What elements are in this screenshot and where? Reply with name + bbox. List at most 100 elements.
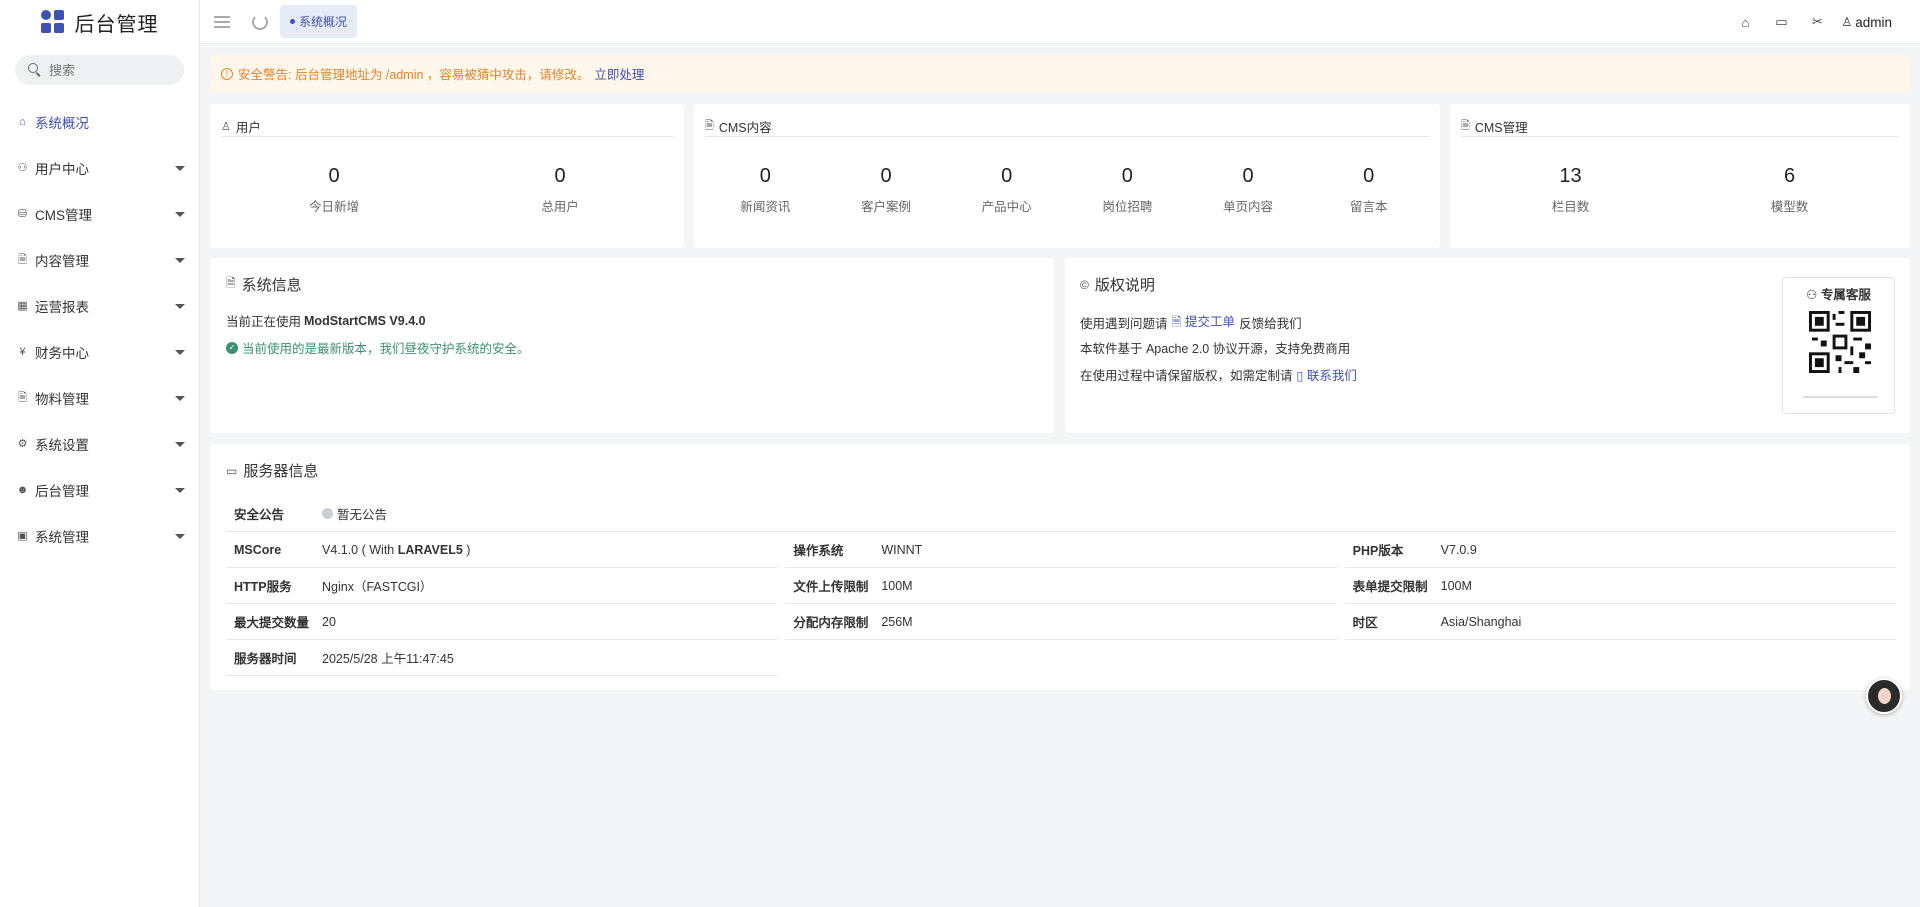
cell-key: 最大提交数量: [234, 616, 310, 630]
table-cell: PHP版本 V7.0.9: [1344, 532, 1896, 568]
app-title: 后台管理: [74, 13, 159, 36]
table-cell: 表单提交限制 100M: [1344, 568, 1896, 604]
card-title: CMS管理: [1474, 120, 1528, 135]
chevron-down-icon: [175, 533, 185, 539]
sidebar-item-label: 系统概况: [35, 116, 89, 131]
search-box[interactable]: [15, 55, 184, 85]
stat-value: 0: [554, 165, 566, 187]
section-title: 🗎 系统信息: [226, 274, 302, 295]
sidebar-item-reports[interactable]: ▦ 运营报表: [0, 283, 199, 329]
user-icon: ♙: [221, 120, 231, 133]
submit-ticket-link[interactable]: 🗎 提交工单: [1172, 311, 1236, 334]
empty-dot-icon: [322, 508, 333, 519]
app-logo-icon: [40, 10, 65, 34]
sidebar-item-overview[interactable]: ⌂ 系统概况: [0, 99, 199, 145]
stat-value: 0: [1121, 165, 1133, 187]
sidebar-item-materials[interactable]: 🗎 物料管理: [0, 375, 199, 421]
table-row: 服务器时间 2025/5/28 上午11:47:45: [226, 640, 1896, 676]
current-version-line: 当前正在使用 ModStartCMS V9.4.0: [226, 311, 426, 330]
stat-value: 0: [1242, 165, 1254, 187]
file-icon: 🗎: [18, 253, 27, 266]
cms-content-card: 🗎 CMS内容 0 新闻资讯 0 客户案例 0 产品中心 0 岗位招聘 0 单页…: [694, 104, 1440, 248]
stat-jobs[interactable]: 0 岗位招聘: [1067, 164, 1188, 215]
stat-total-users[interactable]: 0 总用户: [447, 164, 673, 215]
stat-cases[interactable]: 0 客户案例: [826, 164, 947, 215]
cell-key: 分配内存限制: [793, 616, 869, 630]
logo[interactable]: 后台管理: [0, 0, 199, 44]
tools-icon[interactable]: ✂: [1799, 0, 1835, 44]
search-input[interactable]: [49, 62, 169, 78]
cell-key: PHP版本: [1352, 544, 1404, 558]
sidebar-item-content[interactable]: 🗎 内容管理: [0, 237, 199, 283]
table-cell: 操作系统 WINNT: [785, 532, 1337, 568]
card-header: 🗎 CMS内容: [705, 116, 1429, 137]
stat-products[interactable]: 0 产品中心: [946, 164, 1067, 215]
stat-label: 岗位招聘: [1102, 200, 1153, 214]
cell-value: 100M: [881, 578, 913, 593]
table-cell: 最大提交数量 20: [226, 604, 778, 640]
version-text: ModStartCMS V9.4.0: [304, 313, 426, 328]
table-cell: 文件上传限制 100M: [785, 568, 1337, 604]
table-cell: HTTP服务 Nginx（FASTCGI）: [226, 568, 778, 604]
card-title: CMS内容: [718, 120, 772, 135]
section-title-text: 系统信息: [241, 277, 302, 294]
sidebar-item-label: 后台管理: [35, 484, 89, 499]
stat-models[interactable]: 6 模型数: [1680, 164, 1899, 215]
stat-value: 0: [759, 165, 771, 187]
stat-pages[interactable]: 0 单页内容: [1188, 164, 1309, 215]
tab-label: 系统概况: [299, 15, 348, 29]
notice-text: 暂无公告: [337, 508, 388, 522]
chart-icon: ▦: [17, 299, 28, 312]
sidebar-item-cms[interactable]: ⛁ CMS管理: [0, 191, 199, 237]
file-icon: 🗎: [705, 119, 714, 132]
file-icon: 🗎: [226, 276, 236, 290]
sidebar-item-system[interactable]: ▣ 系统管理: [0, 513, 199, 559]
card-title: 用户: [235, 120, 261, 135]
sidebar-item-settings[interactable]: ⚙ 系统设置: [0, 421, 199, 467]
stat-value: 0: [1001, 165, 1013, 187]
sidebar-item-admin[interactable]: ☻ 后台管理: [0, 467, 199, 513]
chevron-down-icon: [175, 441, 185, 447]
image-icon: ▣: [17, 529, 28, 542]
latest-version-line: ✓ 当前使用的是最新版本，我们昼夜守护系统的安全。: [226, 338, 530, 357]
user-circle-icon: ☻: [16, 483, 29, 496]
top-bar: 系统概况 ⌂ ▭ ✂ ♙ admin: [200, 0, 1920, 44]
alert-action-link[interactable]: 立即处理: [594, 64, 644, 83]
copyright-card: © 版权说明 使用遇到问题请 🗎 提交工单 反馈给我们 本软件基于 Apache…: [1065, 258, 1910, 433]
cell-value: V4.1.0 ( With LARAVEL5 ): [322, 543, 470, 557]
chat-avatar-button[interactable]: [1866, 678, 1902, 714]
service-title-text: 专属客服: [1820, 288, 1871, 302]
monitor-icon[interactable]: ▭: [1763, 0, 1799, 44]
stat-today-new[interactable]: 0 今日新增: [221, 164, 447, 215]
search-icon: [27, 62, 43, 78]
headset-icon: ⚇: [1806, 288, 1818, 302]
username: admin: [1855, 14, 1892, 30]
table-cell: 时区 Asia/Shanghai: [1344, 604, 1896, 640]
feedback-prefix: 使用遇到问题请: [1080, 317, 1168, 331]
section-title: © 版权说明: [1080, 274, 1155, 295]
user-menu[interactable]: ♙ admin: [1841, 15, 1892, 30]
monitor-icon: ▭: [226, 463, 238, 478]
stat-label: 模型数: [1770, 200, 1809, 214]
users-icon: ⚇: [17, 161, 28, 174]
chevron-down-icon: [175, 487, 185, 493]
stat-categories[interactable]: 13 栏目数: [1461, 164, 1680, 215]
sidebar-item-finance[interactable]: ¥ 财务中心: [0, 329, 199, 375]
cell-key: 文件上传限制: [793, 580, 869, 594]
stat-news[interactable]: 0 新闻资讯: [705, 164, 826, 215]
contact-us-label: 联系我们: [1306, 369, 1357, 383]
stat-guestbook[interactable]: 0 留言本: [1308, 164, 1429, 215]
cell-value: WINNT: [881, 542, 923, 557]
sidebar-item-label: 内容管理: [35, 254, 89, 269]
chevron-down-icon: [175, 303, 185, 309]
menu-toggle-icon[interactable]: [211, 11, 233, 33]
home-icon[interactable]: ⌂: [1727, 0, 1763, 44]
contact-us-link[interactable]: ▯ 联系我们: [1297, 365, 1357, 384]
table-cell: MSCore V4.1.0 ( With LARAVEL5 ): [226, 532, 778, 568]
cell-value-end: ): [462, 542, 471, 557]
tab-overview[interactable]: 系统概况: [280, 5, 358, 38]
sidebar-item-user-center[interactable]: ⚇ 用户中心: [0, 145, 199, 191]
avatar-face-icon: [1878, 688, 1891, 704]
cell-key: 操作系统: [793, 544, 844, 558]
refresh-icon[interactable]: [249, 11, 271, 33]
